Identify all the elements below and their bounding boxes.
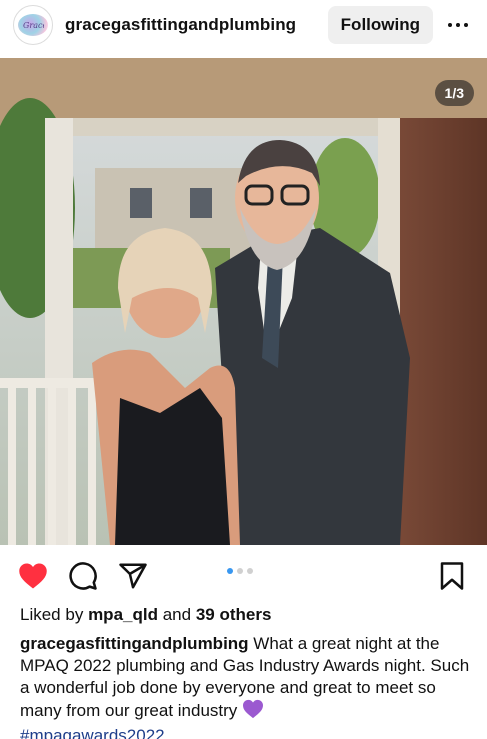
comment-icon[interactable]: [67, 560, 99, 592]
post-username[interactable]: gracegasfittingandplumbing: [65, 15, 296, 35]
likes-middle: and: [162, 605, 192, 624]
carousel-dot-active: [227, 568, 233, 574]
post-caption: gracegasfittingandplumbing What a great …: [20, 633, 475, 739]
likes-prefix: Liked by: [20, 605, 84, 624]
liked-by-user[interactable]: mpa_qld: [88, 605, 158, 624]
heart-icon[interactable]: [17, 560, 49, 592]
profile-avatar[interactable]: Grace: [13, 5, 53, 45]
likes-line[interactable]: Liked by mpa_qld and 39 others: [20, 605, 271, 625]
post-photo[interactable]: 1/3: [0, 58, 487, 545]
post-header: Grace gracegasfittingandplumbing Followi…: [0, 0, 487, 50]
more-icon[interactable]: [441, 10, 475, 40]
brand-logo: Grace: [18, 14, 48, 36]
caption-username[interactable]: gracegasfittingandplumbing: [20, 634, 249, 653]
share-icon[interactable]: [117, 560, 149, 592]
action-bar: [0, 556, 487, 596]
purple-heart-icon: [242, 699, 264, 725]
bookmark-icon[interactable]: [436, 560, 468, 592]
carousel-dot: [237, 568, 243, 574]
likes-others[interactable]: 39 others: [196, 605, 272, 624]
following-button[interactable]: Following: [327, 6, 433, 44]
photo-illustration: [0, 58, 487, 545]
caption-hashtag[interactable]: #mpaqawards2022: [20, 726, 165, 739]
carousel-dots: [227, 568, 253, 574]
carousel-dot: [247, 568, 253, 574]
svg-text:Grace: Grace: [23, 21, 44, 30]
carousel-counter: 1/3: [434, 80, 474, 106]
